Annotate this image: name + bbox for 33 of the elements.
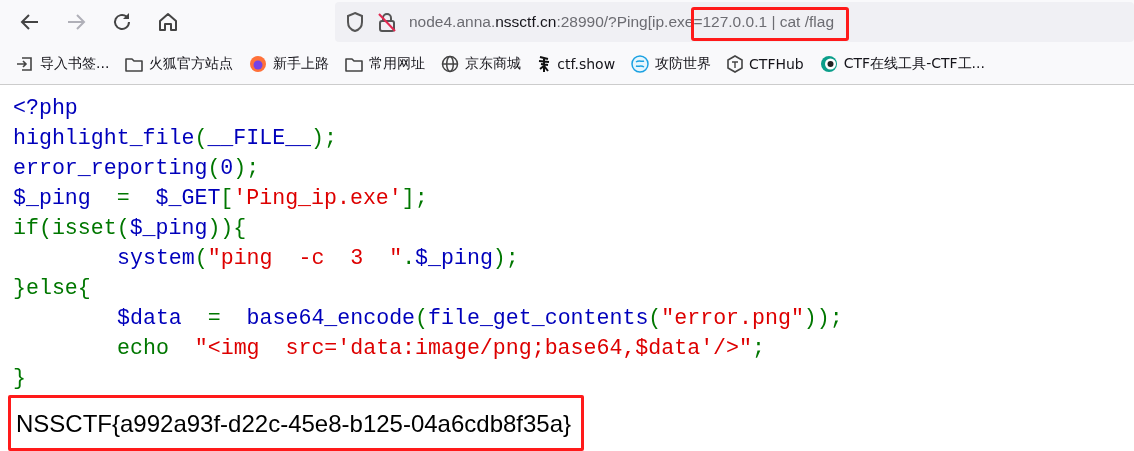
code-line: $_ping = $_GET['Ping_ip.exe']; (13, 185, 429, 212)
code-line: <?php (13, 95, 79, 122)
import-icon (16, 55, 34, 73)
code-line: echo "<img src='data:image/png;base64,$data'/>"; (116, 335, 766, 362)
bookmark-item[interactable]: 导入书签... (16, 55, 110, 73)
code-line: highlight_file(__FILE__); (13, 125, 338, 152)
bookmark-item[interactable]: 火狐官方站点 (125, 55, 234, 73)
globe-icon (441, 55, 460, 73)
bookmark-item[interactable]: 攻防世界 (631, 55, 712, 73)
brush-icon (537, 55, 552, 73)
folder-icon (345, 56, 364, 72)
eye-icon (819, 55, 838, 73)
reload-icon[interactable] (111, 11, 133, 33)
home-icon[interactable] (157, 11, 179, 33)
code-line: $data = base64_encode(file_get_contents("error.png")); (116, 305, 844, 332)
code-line: error_reporting(0); (13, 155, 261, 182)
code-line: if(isset($_ping)){ (13, 215, 248, 242)
code-line: }else{ (13, 275, 92, 302)
swirl-icon (631, 55, 650, 73)
bookmark-item[interactable]: 京东商城 (441, 55, 522, 73)
flag-output: NSSCTF{a992a93f-d22c-45e8-b125-04a6cdb8f35a} (8, 395, 585, 451)
bookmark-item[interactable]: 新手上路 (249, 55, 330, 73)
folder-icon (125, 56, 144, 72)
bookmark-item[interactable]: CTF在线工具-CTF工... (819, 55, 985, 73)
bookmark-item[interactable]: 常用网址 (345, 55, 426, 73)
insecure-lock-icon[interactable] (377, 11, 397, 33)
code-line: } (13, 365, 27, 392)
shield-icon[interactable] (345, 11, 365, 33)
bookmark-item[interactable]: ctf.show (537, 55, 616, 73)
code-line: system("ping -c 3 ".$_ping); (116, 245, 520, 272)
bookmark-item[interactable]: CTFHub (727, 55, 804, 73)
hexagon-icon (727, 55, 744, 73)
firefox-icon (249, 55, 268, 73)
